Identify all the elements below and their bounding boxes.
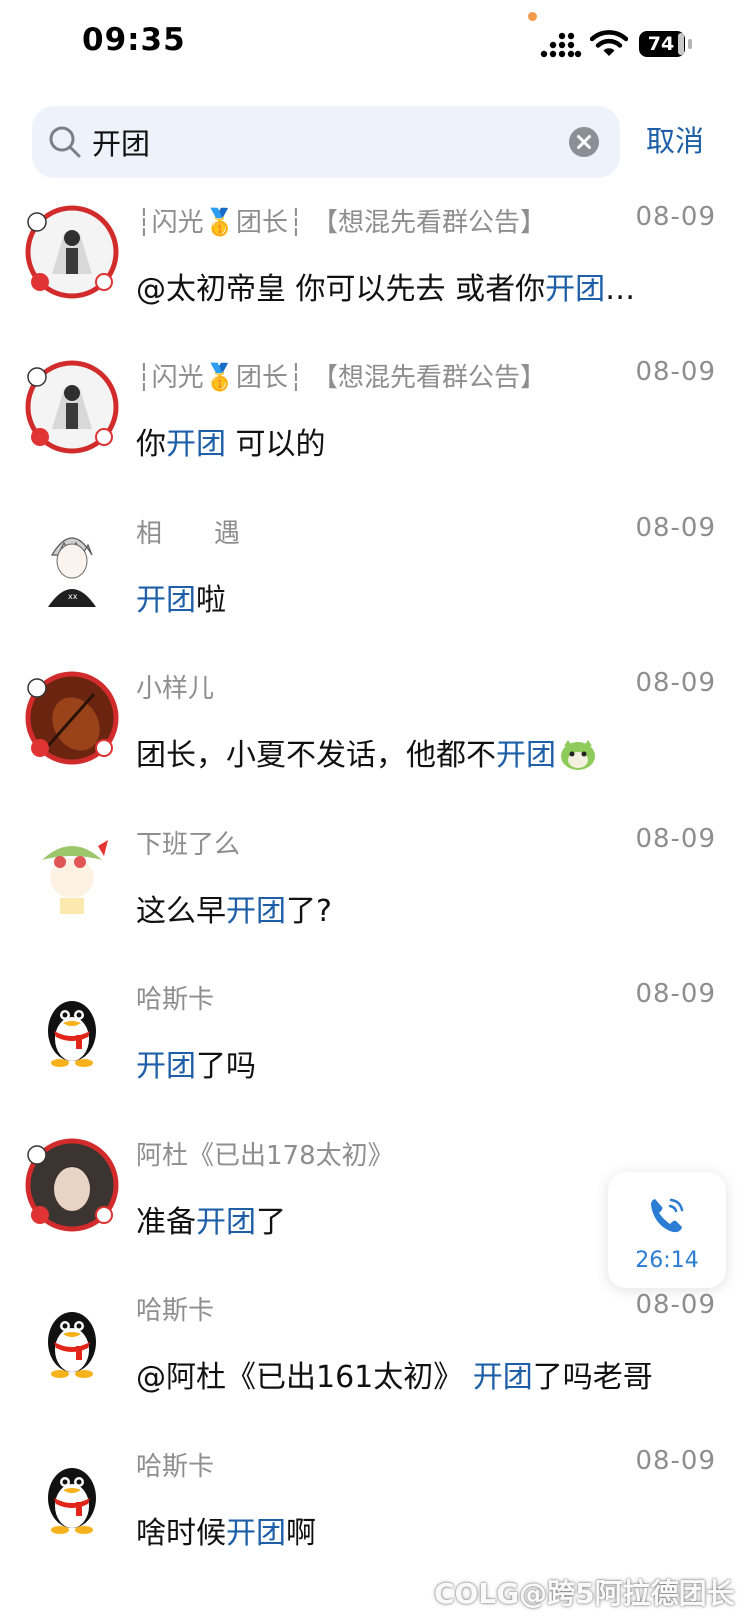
avatar <box>48 1001 96 1067</box>
message-text-after: 了? <box>286 894 332 929</box>
sender-name: 下班了么 <box>136 830 241 860</box>
message-time: 08-09 <box>635 824 716 854</box>
message-text-after: … <box>605 272 636 307</box>
keyword-highlight: 开团 <box>472 1360 533 1395</box>
search-result-list: ┆闪光🥇团长┆ 【想混先看群公告】 08-09 @太初帝皇 你可以先去 或者你开… <box>0 0 750 1624</box>
message-snippet: @太初帝皇 你可以先去 或者你开团… <box>136 264 696 308</box>
message-time: 08-09 <box>635 979 716 1009</box>
message-result-item[interactable]: ┆闪光🥇团长┆ 【想混先看群公告】 08-09 @太初帝皇 你可以先去 或者你开… <box>0 196 750 356</box>
message-snippet: 开团了吗 <box>136 1041 696 1085</box>
sender-name: ┆闪光🥇团长┆ 【想混先看群公告】 <box>136 357 546 394</box>
avatar <box>48 1312 96 1378</box>
medal-icon: 🥇 <box>203 363 237 393</box>
avatar <box>28 830 116 918</box>
message-text-after: 了 <box>256 1205 286 1240</box>
message-time: 08-09 <box>635 1290 716 1320</box>
message-text-after: 了吗 <box>196 1049 256 1084</box>
screen: 09:35 74 开团 取消 ┆闪光🥇团长┆ 【想混先看群公告】 08-09 @… <box>0 0 750 1624</box>
medal-icon: 🥇 <box>203 208 237 238</box>
message-text-before: @阿杜《已出161太初》 <box>136 1360 473 1395</box>
message-text-before: 准备 <box>136 1205 196 1240</box>
message-snippet: 开团啦 <box>136 575 696 619</box>
keyword-highlight: 开团 <box>136 1049 196 1084</box>
sender-name: 哈斯卡 <box>136 1452 215 1482</box>
keyword-highlight: 开团 <box>496 738 556 773</box>
message-snippet: 啥时候开团啊 <box>136 1508 696 1552</box>
message-result-item[interactable]: 小样儿 08-09 团长，小夏不发话，他都不开团 <box>0 662 750 822</box>
sender-name: 哈斯卡 <box>136 985 215 1015</box>
phone-icon <box>651 1198 684 1233</box>
watermark: COLG@跨5阿拉德团长 <box>434 1577 735 1610</box>
sticker-emoji-icon <box>561 740 595 770</box>
message-snippet: @阿杜《已出161太初》 开团了吗老哥 <box>136 1352 696 1396</box>
avatar <box>48 1468 96 1534</box>
message-text-after: 啊 <box>286 1516 316 1551</box>
keyword-highlight: 开团 <box>545 272 606 307</box>
sender-name: 相 遇 <box>136 519 241 549</box>
message-time: 08-09 <box>635 513 716 543</box>
call-duration: 26:14 <box>635 1248 699 1273</box>
message-result-item[interactable]: 哈斯卡 08-09 @阿杜《已出161太初》 开团了吗老哥 <box>0 1284 750 1444</box>
message-text-before: @太初帝皇 你可以先去 或者你 <box>136 272 546 307</box>
sender-name: 小样儿 <box>136 674 215 704</box>
avatar <box>25 205 119 299</box>
sender-name: 哈斯卡 <box>136 1296 215 1326</box>
sender-name-prefix: ┆闪光 <box>136 208 204 238</box>
message-snippet: 你开团 可以的 <box>136 419 696 463</box>
message-text-after: 啦 <box>196 583 226 618</box>
message-time: 08-09 <box>635 668 716 698</box>
avatar <box>25 360 119 454</box>
message-result-item[interactable]: ┆闪光🥇团长┆ 【想混先看群公告】 08-09 你开团 可以的 <box>0 351 750 511</box>
message-result-item[interactable]: xx 相 遇 08-09 开团啦 <box>0 507 750 667</box>
keyword-highlight: 开团 <box>226 1516 286 1551</box>
message-text-after: 可以的 <box>226 427 326 462</box>
message-result-item[interactable]: 哈斯卡 08-09 开团了吗 <box>0 973 750 1133</box>
sender-name: 阿杜《已出178太初》 <box>136 1141 394 1171</box>
message-result-item[interactable]: 下班了么 08-09 这么早开团了? <box>0 818 750 978</box>
ongoing-call-bubble[interactable]: 26:14 <box>608 1172 726 1288</box>
sender-name-suffix: 团长┆ 【想混先看群公告】 <box>236 363 546 393</box>
keyword-highlight: 开团 <box>226 894 286 929</box>
keyword-highlight: 开团 <box>196 1205 256 1240</box>
avatar <box>25 1138 119 1232</box>
keyword-highlight: 开团 <box>136 583 196 618</box>
sender-name-prefix: ┆闪光 <box>136 363 204 393</box>
message-text-after: 了吗老哥 <box>532 1360 653 1395</box>
avatar <box>25 671 119 765</box>
avatar: xx <box>28 519 116 607</box>
message-snippet: 团长，小夏不发话，他都不开团 <box>136 730 696 774</box>
message-text-before: 你 <box>136 427 166 462</box>
message-time: 08-09 <box>635 357 716 387</box>
message-text-before: 团长，小夏不发话，他都不 <box>136 738 496 773</box>
message-snippet: 这么早开团了? <box>136 886 696 930</box>
svg-text:xx: xx <box>68 592 78 601</box>
message-time: 08-09 <box>635 1446 716 1476</box>
keyword-highlight: 开团 <box>166 427 226 462</box>
message-time: 08-09 <box>635 202 716 232</box>
sender-name-suffix: 团长┆ 【想混先看群公告】 <box>236 208 546 238</box>
message-text-before: 啥时候 <box>136 1516 226 1551</box>
sender-name: ┆闪光🥇团长┆ 【想混先看群公告】 <box>136 202 546 239</box>
message-text-before: 这么早 <box>136 894 226 929</box>
